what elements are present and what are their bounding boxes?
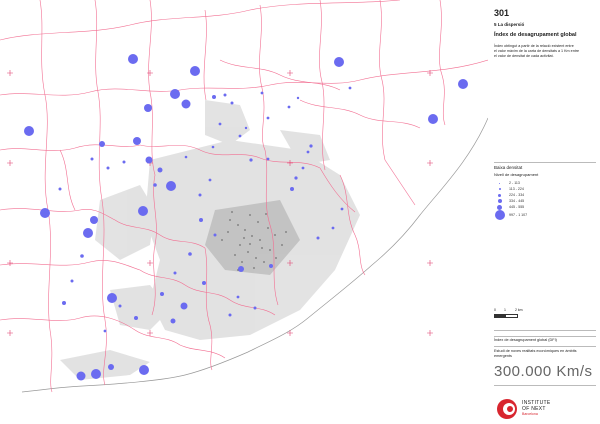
scale-label-2: 2 km [515, 308, 523, 312]
description-line-2: el valor màxim de la carta de densitats … [494, 49, 580, 53]
map-canvas [0, 0, 488, 393]
legend-subtitle: Nivell de desagrupament [494, 172, 539, 177]
legend-item-label: 997 - 1 107 [509, 213, 528, 217]
big-title: 300.000 Km/s [494, 363, 593, 380]
scale-label-1: 1 [504, 308, 506, 312]
legend-point-icon [497, 204, 502, 210]
legend-item: 997 - 1 107 [494, 210, 527, 220]
index-label: Índex de desagrupament global (DFI) [494, 338, 557, 342]
footer-divider-4 [494, 385, 596, 386]
scale-label-0: 0 [494, 308, 496, 312]
legend-item-label: 445 - 555 [509, 205, 525, 209]
legend-point-icon [498, 188, 501, 190]
legend-divider [494, 162, 596, 163]
section-label: 5 La dispersió [494, 22, 525, 27]
footer-divider-3 [494, 346, 596, 347]
scale-bar [494, 314, 518, 318]
description-line-3: el valor de densitat de cada activitat. [494, 54, 554, 58]
map-title: Índex de desagrupament global [494, 32, 577, 38]
sheet-number: 301 [494, 8, 510, 18]
map-sidebar: 301 5 La dispersió Índex de desagrupamen… [490, 0, 600, 424]
legend-group-title: Baixa densitat [494, 165, 523, 170]
institute-line-3: Barcelona [522, 412, 538, 416]
legend-point-icon [499, 182, 500, 184]
description-line-1: Índex obtingut a partir de la relació ex… [494, 44, 574, 48]
study-line-1: Estudi de noves realitats econòmiques en… [494, 349, 577, 353]
study-line-2: emergents [494, 354, 512, 358]
footer-divider-1 [494, 330, 596, 331]
legend-point-icon [494, 210, 505, 220]
footer-divider-2 [494, 336, 596, 337]
institute-logo-icon [497, 399, 517, 419]
